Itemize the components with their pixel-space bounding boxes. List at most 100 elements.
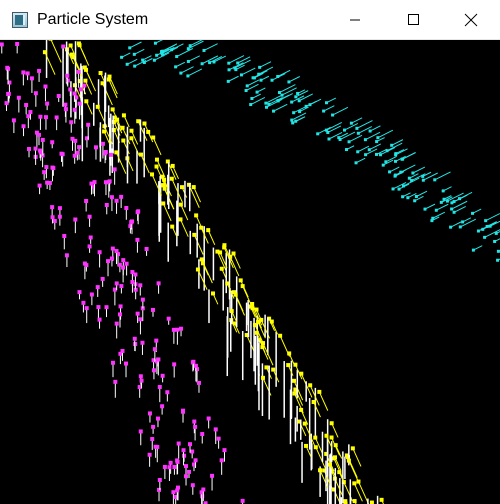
cyan-particle <box>188 44 192 48</box>
yellow-particle <box>169 176 174 181</box>
magenta-particle <box>186 469 191 474</box>
yellow-particle <box>199 257 204 262</box>
magenta-particle <box>88 235 93 240</box>
cyan-particle <box>170 48 174 52</box>
cyan-particle-tail <box>402 152 416 160</box>
particle-canvas[interactable] <box>0 40 500 504</box>
magenta-particle <box>155 444 160 449</box>
magenta-particle <box>84 306 89 311</box>
title-bar[interactable]: Particle System <box>0 0 500 40</box>
magenta-particle <box>63 102 68 107</box>
magenta-particle <box>144 246 149 251</box>
yellow-particle-tail <box>130 138 140 156</box>
cyan-particle <box>458 225 462 229</box>
cyan-particle-tail <box>323 105 335 112</box>
magenta-particle <box>24 103 29 108</box>
magenta-particle <box>138 374 143 379</box>
cyan-particle-tail <box>447 192 464 202</box>
magenta-particle <box>192 419 197 424</box>
magenta-particle <box>110 246 115 251</box>
yellow-particle <box>206 228 211 233</box>
magenta-particle <box>171 490 176 495</box>
magenta-particle <box>200 432 205 437</box>
magenta-particle <box>6 91 11 96</box>
yellow-particle-tail <box>152 137 162 156</box>
cyan-particle <box>239 73 243 77</box>
cyan-particle <box>381 163 385 167</box>
yellow-particle <box>324 433 329 438</box>
magenta-particle <box>151 368 156 373</box>
cyan-particle <box>132 52 136 56</box>
cyan-particle <box>316 132 320 136</box>
cyan-particle <box>421 178 425 182</box>
minimize-button[interactable] <box>332 0 378 40</box>
cyan-particle <box>272 109 276 113</box>
magenta-particle <box>133 272 138 277</box>
magenta-particle <box>103 151 108 156</box>
cyan-particle <box>174 65 178 69</box>
cyan-particle <box>496 249 500 253</box>
magenta-particle <box>70 136 75 141</box>
magenta-particle <box>213 427 218 432</box>
magenta-particle <box>62 233 67 238</box>
yellow-particle <box>68 43 73 48</box>
magenta-particle <box>44 165 49 170</box>
yellow-particle-tail <box>193 186 201 203</box>
yellow-particle-tail <box>78 43 87 59</box>
cyan-particle <box>376 136 380 140</box>
magenta-particle <box>183 464 188 469</box>
magenta-particle <box>43 115 48 120</box>
magenta-particle <box>180 409 185 414</box>
magenta-particle <box>139 378 144 383</box>
yellow-particle <box>178 217 183 222</box>
cyan-particle-tail <box>348 134 363 143</box>
cyan-particle <box>298 110 302 114</box>
yellow-particle <box>161 201 166 206</box>
cyan-particle <box>327 137 331 141</box>
magenta-particle <box>121 258 126 263</box>
cyan-particle <box>343 128 347 132</box>
close-button[interactable] <box>448 0 494 40</box>
cyan-particle-tail <box>203 43 218 51</box>
cyan-particle <box>367 148 371 152</box>
cyan-particle <box>125 62 129 66</box>
magenta-particle <box>89 292 94 297</box>
cyan-particle-tail <box>412 166 426 174</box>
cyan-particle <box>291 121 295 125</box>
magenta-particle <box>114 321 119 326</box>
magenta-particle <box>114 198 119 203</box>
magenta-particle <box>184 474 189 479</box>
cyan-particle <box>433 178 437 182</box>
cyan-particle <box>200 62 204 66</box>
cyan-particle <box>227 68 231 72</box>
magenta-particle <box>38 114 43 119</box>
yellow-particle <box>313 445 318 450</box>
app-icon <box>12 12 28 28</box>
magenta-particle <box>76 69 81 74</box>
cyan-particle <box>421 174 425 178</box>
yellow-particle <box>121 138 126 143</box>
magenta-particle <box>89 181 94 186</box>
magenta-particle <box>84 263 89 268</box>
cyan-particle <box>347 140 351 144</box>
yellow-particle <box>329 421 334 426</box>
yellow-particle <box>317 389 322 394</box>
yellow-particle <box>222 243 227 248</box>
maximize-button[interactable] <box>390 0 436 40</box>
cyan-particle <box>331 113 335 117</box>
magenta-particle <box>193 424 198 429</box>
magenta-particle <box>138 429 143 434</box>
yellow-particle <box>150 172 155 177</box>
cyan-particle <box>388 170 392 174</box>
magenta-particle <box>56 94 61 99</box>
magenta-particle <box>64 253 69 258</box>
yellow-particle <box>200 261 205 266</box>
cyan-particle-tail <box>189 40 203 47</box>
cyan-particle <box>390 143 394 147</box>
cyan-particle <box>226 79 230 83</box>
magenta-particle <box>216 436 221 441</box>
cyan-particle <box>402 184 406 188</box>
cyan-particle <box>471 248 475 252</box>
yellow-particle <box>42 50 47 55</box>
cyan-particle <box>290 118 294 122</box>
